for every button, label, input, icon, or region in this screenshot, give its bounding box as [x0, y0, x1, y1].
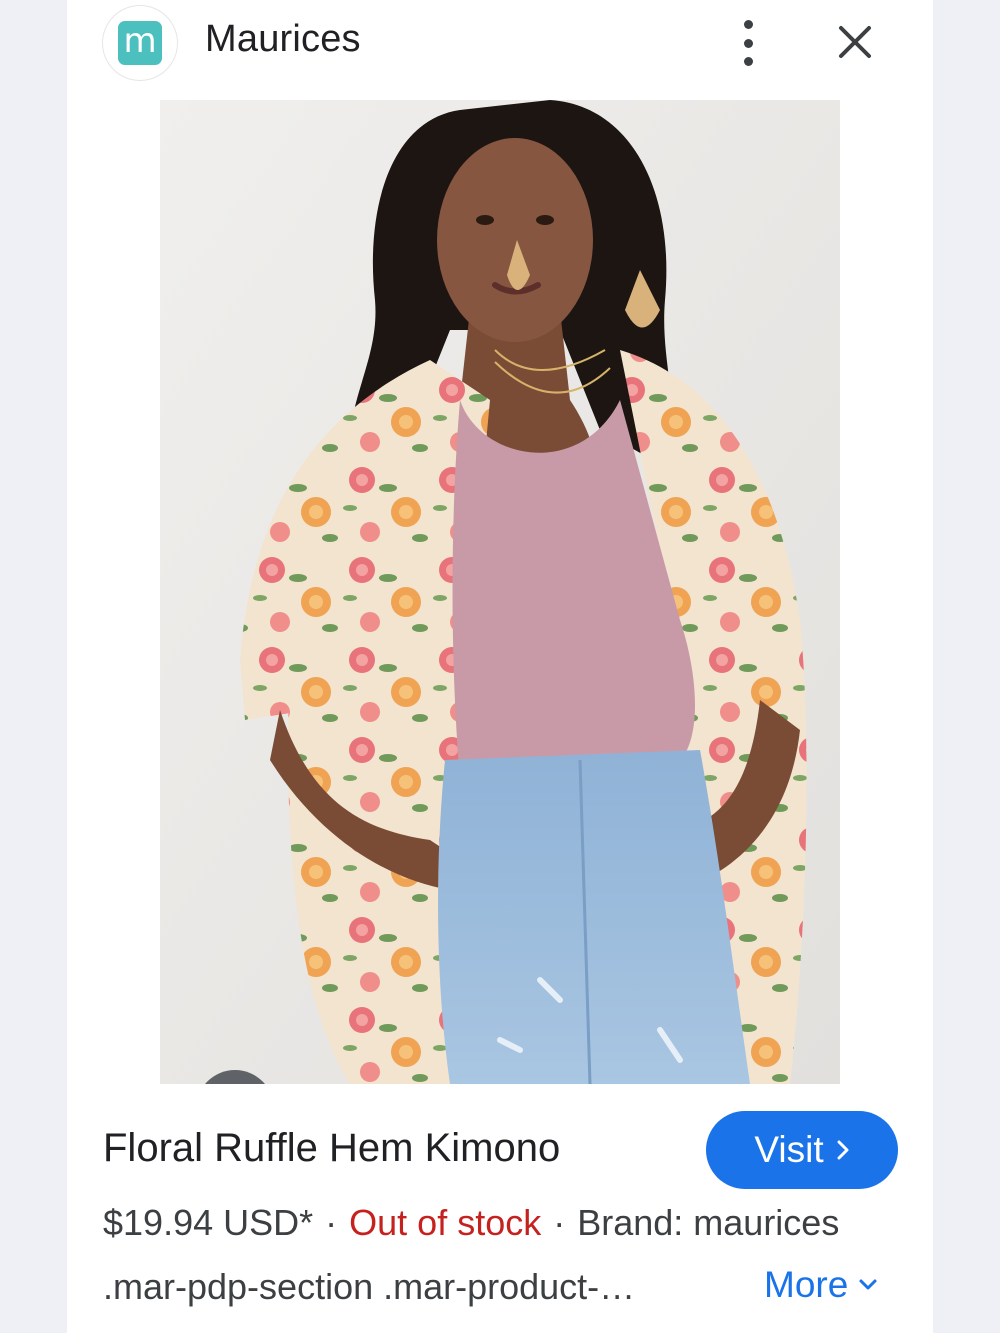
- more-label: More: [764, 1264, 849, 1305]
- site-logo[interactable]: m: [103, 6, 177, 80]
- close-icon[interactable]: [835, 22, 875, 62]
- product-info: Floral Ruffle Hem Kimono Visit $19.94 US…: [67, 1084, 933, 1333]
- site-name[interactable]: Maurices: [205, 18, 361, 61]
- preview-header: m Maurices: [67, 0, 933, 100]
- product-title[interactable]: Floral Ruffle Hem Kimono: [103, 1126, 560, 1171]
- chevron-right-icon: [837, 1140, 849, 1160]
- menu-dot: [743, 38, 753, 48]
- chevron-down-icon: [859, 1279, 877, 1290]
- product-image[interactable]: [160, 100, 840, 1084]
- image-preview-card: m Maurices Floral Ruffle Hem Kimono Visi…: [67, 0, 933, 1333]
- description-snippet: .mar-pdp-section .mar-product-…: [103, 1266, 636, 1307]
- separator: ·: [325, 1202, 338, 1243]
- more-button[interactable]: More: [764, 1264, 878, 1306]
- menu-dot: [743, 57, 753, 66]
- more-vert-icon[interactable]: [733, 20, 763, 66]
- separator: ·: [553, 1202, 566, 1243]
- visit-label: Visit: [754, 1129, 824, 1170]
- product-meta: $19.94 USD* · Out of stock · Brand: maurices: [103, 1202, 839, 1244]
- product-photo-illustration: [160, 100, 840, 1084]
- visit-button[interactable]: Visit: [706, 1111, 898, 1189]
- price: $19.94 USD*: [103, 1202, 314, 1243]
- brand: Brand: maurices: [577, 1202, 840, 1243]
- logo-tile: m: [118, 21, 162, 65]
- stock-status: Out of stock: [349, 1202, 542, 1243]
- menu-dot: [743, 20, 753, 29]
